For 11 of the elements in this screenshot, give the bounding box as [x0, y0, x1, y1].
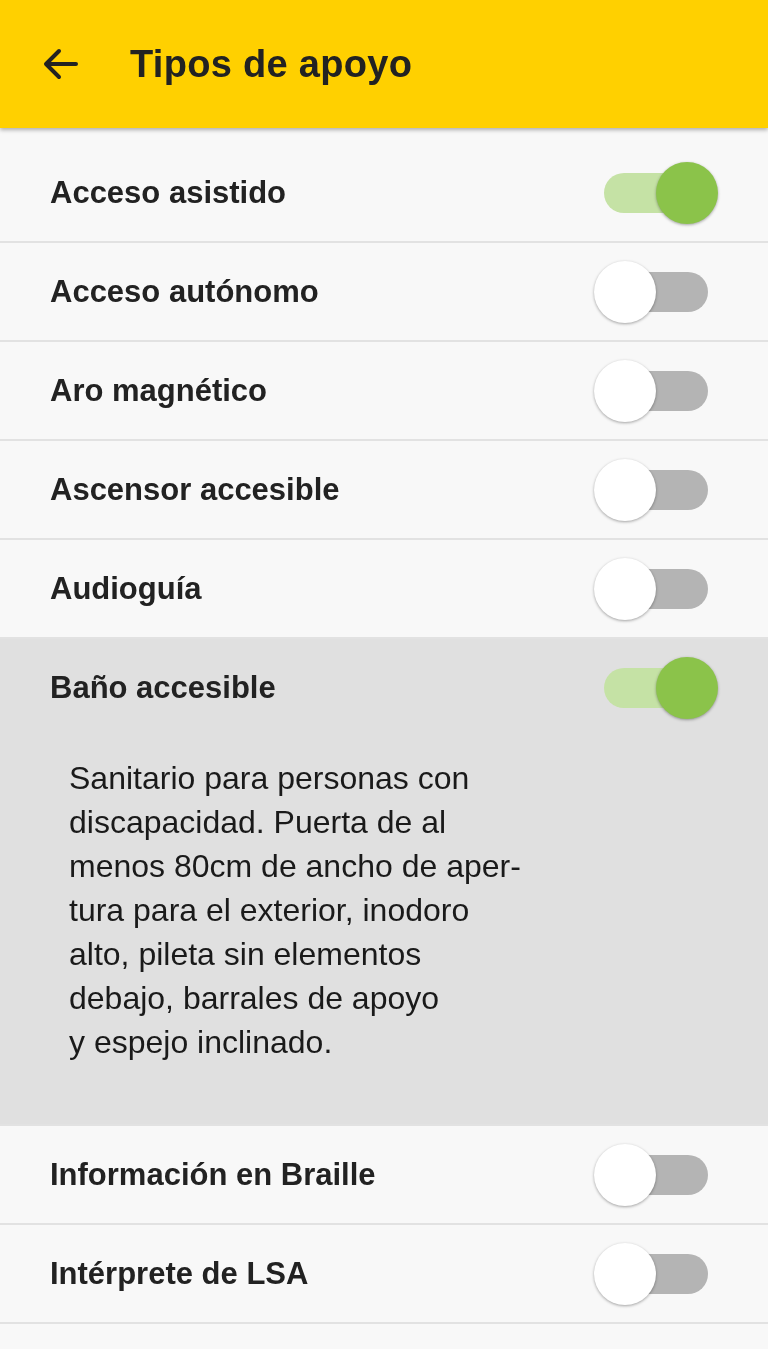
option-label: Acceso autónomo: [50, 273, 320, 310]
option-label: Aro magnético: [50, 372, 269, 409]
option-label: Baño accesible: [50, 669, 277, 706]
back-arrow-icon: [42, 48, 78, 80]
option-description: Sanitario para personas con discapacidad. Puerta de al menos 80cm de ancho de aper- tura para el exterior, inodoro alto, pileta sin elementos debajo, barrales de apoyo y espejo inclinado.: [68, 759, 522, 1062]
option-label: Ascensor accesible: [50, 471, 341, 508]
option-label: Información en Braille: [50, 1156, 377, 1193]
option-label: Intérprete de LSA: [50, 1255, 310, 1292]
option-label: Acceso asistido: [50, 174, 288, 211]
screen-title: Tipos de apoyo: [130, 42, 413, 86]
option-label: Audioguía: [50, 570, 203, 607]
